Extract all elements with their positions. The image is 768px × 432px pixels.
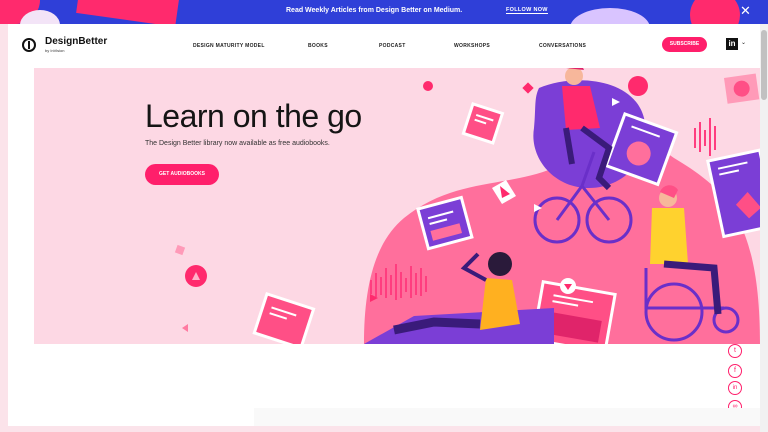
hero-title: Learn on the go bbox=[145, 98, 362, 134]
decor-square bbox=[174, 244, 186, 256]
scrollbar-thumb[interactable] bbox=[761, 30, 767, 100]
subscribe-button[interactable]: SUBSCRIBE bbox=[662, 37, 707, 52]
follow-now-link[interactable]: FOLLOW NOW bbox=[506, 7, 548, 14]
close-icon[interactable]: ✕ bbox=[740, 4, 751, 18]
decor-circle bbox=[628, 76, 648, 96]
decor-dot bbox=[423, 81, 433, 91]
announcement-bar: Read Weekly Articles from Design Better … bbox=[0, 0, 768, 24]
scrollbar[interactable] bbox=[760, 24, 768, 432]
get-audiobooks-button[interactable]: GET AUDIOBOOKS bbox=[145, 164, 219, 185]
designbetter-logo-icon[interactable] bbox=[22, 38, 36, 52]
decor-triangle bbox=[182, 324, 188, 332]
invision-logo-icon[interactable]: in bbox=[726, 38, 738, 50]
nav-books[interactable]: BOOKS bbox=[308, 43, 328, 49]
banner-decoration bbox=[690, 0, 740, 24]
book-cover bbox=[252, 292, 316, 344]
hero-banner bbox=[34, 68, 760, 344]
facebook-icon[interactable]: f bbox=[728, 364, 742, 378]
book-cover bbox=[724, 73, 760, 104]
twitter-icon[interactable]: t bbox=[728, 344, 742, 358]
nav-workshops[interactable]: WORKSHOPS bbox=[454, 43, 490, 49]
nav-design-maturity-model[interactable]: DESIGN MATURITY MODEL bbox=[193, 43, 265, 49]
hero-illustration bbox=[174, 68, 760, 344]
page: DesignBetter by InVision DESIGN MATURITY… bbox=[8, 24, 760, 426]
chevron-down-icon[interactable]: ⌄ bbox=[741, 39, 746, 46]
nav-conversations[interactable]: CONVERSATIONS bbox=[539, 43, 586, 49]
brand-subtitle: by InVision bbox=[45, 48, 65, 53]
hero-lead: The Design Better library now available … bbox=[145, 140, 330, 147]
announcement-text: Read Weekly Articles from Design Better … bbox=[286, 7, 463, 14]
content-section bbox=[254, 408, 760, 426]
banner-decoration bbox=[570, 8, 650, 24]
book-cover bbox=[461, 102, 505, 145]
decor-diamond bbox=[522, 82, 534, 94]
nav-podcast[interactable]: PODCAST bbox=[379, 43, 406, 49]
linkedin-icon[interactable]: in bbox=[728, 381, 742, 395]
brand-name[interactable]: DesignBetter bbox=[45, 36, 107, 47]
banner-decoration bbox=[76, 0, 180, 24]
